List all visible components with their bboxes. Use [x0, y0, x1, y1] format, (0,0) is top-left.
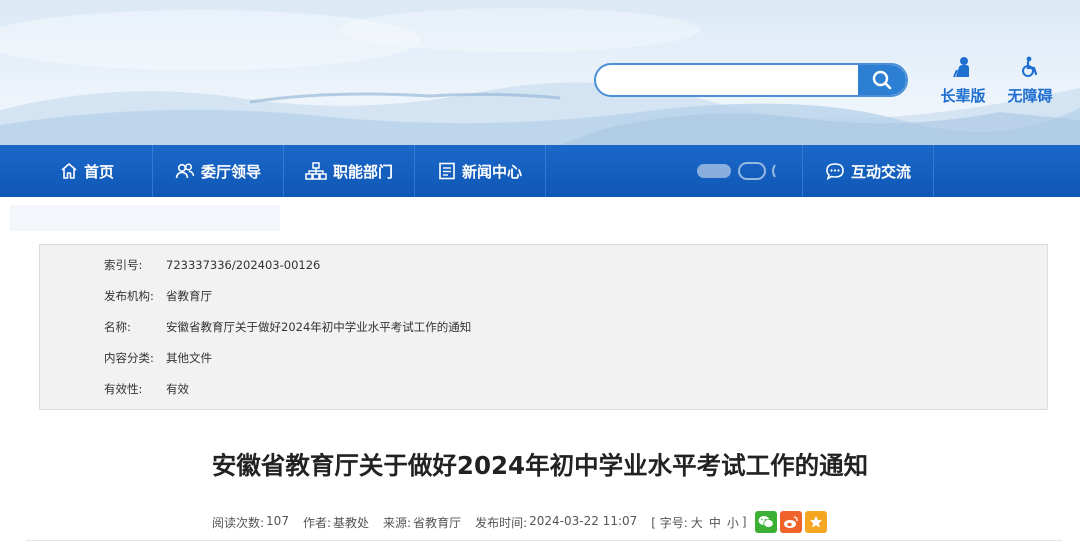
share-weibo-button[interactable]	[779, 511, 802, 533]
nav-item-hidden[interactable]	[680, 145, 800, 197]
author-label: 作者:	[302, 515, 331, 530]
elder-mode-label: 长辈版	[940, 87, 986, 105]
document-meta-box: 索引号: 723337336/202403-00126 发布机构: 省教育厅 名…	[39, 244, 1048, 410]
meta-row-category: 内容分类: 其他文件	[104, 348, 212, 368]
meta-value: 省教育厅	[166, 289, 212, 303]
date-label: 发布时间:	[475, 515, 528, 530]
meta-value: 有效	[166, 382, 189, 396]
meta-key: 有效性:	[104, 382, 143, 396]
nav-item-news[interactable]: 新闻中心	[415, 145, 545, 197]
star-icon	[809, 516, 822, 528]
accessibility-label: 无障碍	[1007, 87, 1053, 105]
wheelchair-icon	[1022, 56, 1038, 77]
article-title: 安徽省教育厅关于做好2024年初中学业水平考试工作的通知	[211, 451, 869, 480]
weibo-icon	[783, 516, 798, 528]
nav-item-departments[interactable]: 职能部门	[284, 145, 414, 197]
meta-row-index: 索引号: 723337336/202403-00126	[104, 255, 320, 275]
search-box	[594, 63, 908, 97]
meta-row-name: 名称: 安徽省教育厅关于做好2024年初中学业水平考试工作的通知	[104, 317, 471, 337]
views-label: 阅读次数:	[212, 515, 265, 530]
header-banner: 长辈版 无障碍	[0, 0, 1080, 145]
accessibility-link[interactable]: 无障碍	[1004, 56, 1056, 106]
nav-item-label: 新闻中心	[461, 162, 522, 181]
meta-value: 其他文件	[166, 351, 212, 365]
divider	[26, 540, 1062, 541]
font-size-large[interactable]: 大	[691, 514, 703, 531]
source-label: 来源:	[383, 515, 412, 530]
faded-breadcrumb-strip	[10, 205, 280, 231]
meta-value: 723337336/202403-00126	[166, 258, 321, 272]
main-nav: 首页 委厅领导 职能部门 新闻中心 互动交流	[0, 145, 1080, 197]
wechat-icon	[758, 516, 774, 528]
font-size-medium[interactable]: 中	[709, 514, 721, 531]
nav-item-home[interactable]: 首页	[22, 145, 152, 197]
author-value: 基教处	[333, 515, 370, 530]
meta-key: 发布机构:	[104, 289, 154, 303]
publish-date: 2024-03-22 11:07	[529, 513, 638, 528]
elder-icon	[953, 57, 969, 78]
meta-key: 索引号:	[104, 258, 143, 272]
share-wechat-button[interactable]	[754, 511, 777, 533]
article-info-line: 阅读次数: 107 作者: 基教处 来源: 省教育厅 发布时间: 2024-03…	[212, 511, 830, 533]
font-size-small[interactable]: 小	[727, 514, 739, 531]
author-info: 作者: 基教处	[303, 514, 369, 531]
leaders-icon	[175, 162, 195, 180]
source-value: 省教育厅	[413, 515, 462, 530]
views-count: 107	[266, 513, 289, 528]
font-size-label: [ 字号:	[651, 515, 688, 530]
nav-item-label: 职能部门	[332, 162, 393, 181]
org-chart-icon	[305, 162, 327, 180]
meta-row-publisher: 发布机构: 省教育厅	[104, 286, 212, 306]
chat-icon	[825, 162, 845, 180]
meta-key: 内容分类:	[104, 351, 154, 365]
nav-item-label: 互动交流	[850, 162, 911, 181]
nav-item-label: 首页	[83, 162, 114, 181]
cloud-icon	[697, 162, 776, 180]
nav-item-label: 委厅领导	[200, 162, 261, 181]
font-size-close: ]	[741, 515, 747, 529]
nav-item-leaders[interactable]: 委厅领导	[153, 145, 283, 197]
meta-row-validity: 有效性: 有效	[104, 379, 189, 399]
home-icon	[60, 162, 78, 180]
mountain-scenery	[0, 8, 1080, 145]
font-size-control: [ 字号: 大 中 小 ]	[651, 514, 746, 531]
meta-key: 名称:	[104, 320, 131, 334]
source-info: 来源: 省教育厅	[383, 514, 461, 531]
search-icon	[872, 70, 892, 90]
nav-item-interaction[interactable]: 互动交流	[803, 145, 933, 197]
add-favorite-button[interactable]	[804, 511, 827, 533]
date-info: 发布时间: 2024-03-22 11:07	[475, 514, 637, 531]
search-button[interactable]	[858, 65, 906, 95]
news-icon	[438, 162, 456, 180]
search-input[interactable]	[596, 65, 858, 95]
views-info: 阅读次数: 107	[212, 514, 289, 531]
elder-mode-link[interactable]: 长辈版	[938, 56, 988, 106]
meta-value: 安徽省教育厅关于做好2024年初中学业水平考试工作的通知	[166, 320, 472, 334]
